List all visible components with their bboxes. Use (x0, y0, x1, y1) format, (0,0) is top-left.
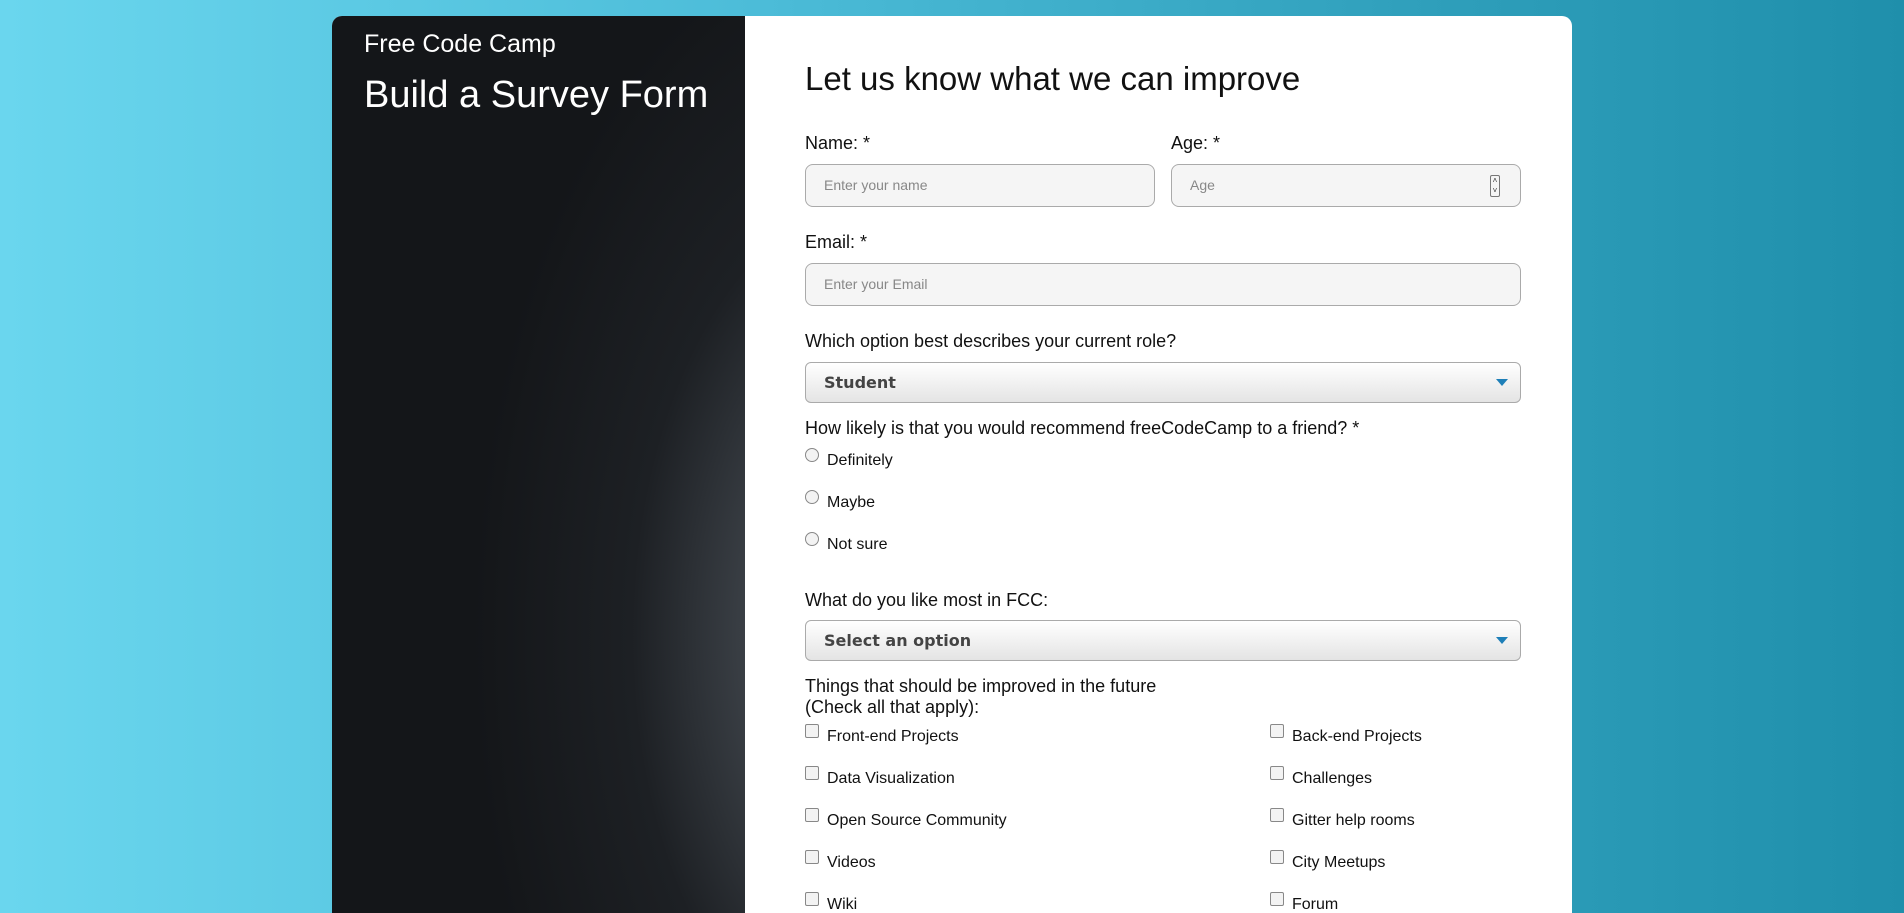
survey-card: Free Code Camp Build a Survey Form Let u… (332, 16, 1572, 913)
chevron-down-icon (1496, 379, 1508, 386)
radio-definitely[interactable]: Definitely (805, 448, 893, 470)
improve-label-line2: (Check all that apply): (805, 697, 980, 717)
checkbox-label: City Meetups (1292, 854, 1386, 871)
checkbox[interactable] (1270, 892, 1284, 906)
checkbox[interactable] (1270, 724, 1284, 738)
radio-label: Not sure (827, 536, 888, 553)
name-label: Name: * (805, 133, 871, 153)
survey-form: Let us know what we can improve Name: * … (794, 16, 1521, 913)
like-selected: Select an option (824, 631, 972, 650)
radio-label: Maybe (827, 494, 876, 511)
checkbox[interactable] (1270, 808, 1284, 822)
checkbox-item[interactable]: Videos (805, 850, 876, 872)
improve-label-line1: Things that should be improved in the fu… (805, 676, 1157, 696)
role-selected: Student (824, 373, 896, 392)
checkbox-item[interactable]: Forum (1270, 892, 1339, 913)
radio-button[interactable] (805, 490, 819, 504)
checkbox-label: Wiki (827, 896, 858, 913)
age-placeholder: Age (1190, 177, 1215, 193)
radio-not-sure[interactable]: Not sure (805, 532, 888, 554)
role-label: Which option best describes your current… (805, 331, 1177, 351)
checkbox-item[interactable]: Open Source Community (805, 808, 1007, 830)
checkbox-item[interactable]: Wiki (805, 892, 858, 913)
chevron-down-icon (1496, 637, 1508, 644)
checkbox[interactable] (805, 808, 819, 822)
age-input[interactable]: Age ˄ ˅ (1171, 164, 1521, 207)
radio-label: Definitely (827, 452, 893, 469)
radio-maybe[interactable]: Maybe (805, 490, 876, 512)
brand-name: Free Code Camp (364, 30, 556, 58)
radio-button[interactable] (805, 448, 819, 462)
age-label: Age: * (1171, 133, 1221, 153)
checkbox[interactable] (805, 850, 819, 864)
checkbox[interactable] (1270, 766, 1284, 780)
email-label: Email: * (805, 232, 868, 252)
sidebar: Free Code Camp Build a Survey Form (332, 16, 745, 913)
checkbox-item[interactable]: Front-end Projects (805, 724, 959, 746)
page-title: Build a Survey Form (364, 74, 709, 116)
checkbox[interactable] (805, 892, 819, 906)
role-select[interactable]: Student (805, 362, 1521, 403)
checkbox-label: Gitter help rooms (1292, 812, 1415, 829)
checkbox[interactable] (1270, 850, 1284, 864)
radio-button[interactable] (805, 532, 819, 546)
checkbox[interactable] (805, 766, 819, 780)
like-select[interactable]: Select an option (805, 620, 1521, 661)
checkbox-label: Data Visualization (827, 770, 955, 787)
spinner-icon[interactable]: ˄ ˅ (1490, 175, 1500, 197)
checkbox-item[interactable]: City Meetups (1270, 850, 1386, 872)
checkbox-label: Forum (1292, 896, 1339, 913)
checkbox-item[interactable]: Challenges (1270, 766, 1373, 788)
checkbox-label: Back-end Projects (1292, 728, 1422, 745)
like-label: What do you like most in FCC: (805, 590, 1049, 610)
checkbox[interactable] (805, 724, 819, 738)
email-input[interactable]: Enter your Email (805, 263, 1521, 306)
recommend-label: How likely is that you would recommend f… (805, 418, 1360, 438)
checkbox-label: Videos (827, 854, 876, 871)
checkbox-item[interactable]: Data Visualization (805, 766, 955, 788)
checkbox-label: Challenges (1292, 770, 1373, 787)
checkbox-label: Open Source Community (827, 812, 1007, 829)
checkbox-item[interactable]: Gitter help rooms (1270, 808, 1415, 830)
form-heading: Let us know what we can improve (805, 60, 1301, 97)
checkbox-label: Front-end Projects (827, 728, 959, 745)
name-input[interactable]: Enter your name (805, 164, 1155, 207)
checkbox-item[interactable]: Back-end Projects (1270, 724, 1422, 746)
